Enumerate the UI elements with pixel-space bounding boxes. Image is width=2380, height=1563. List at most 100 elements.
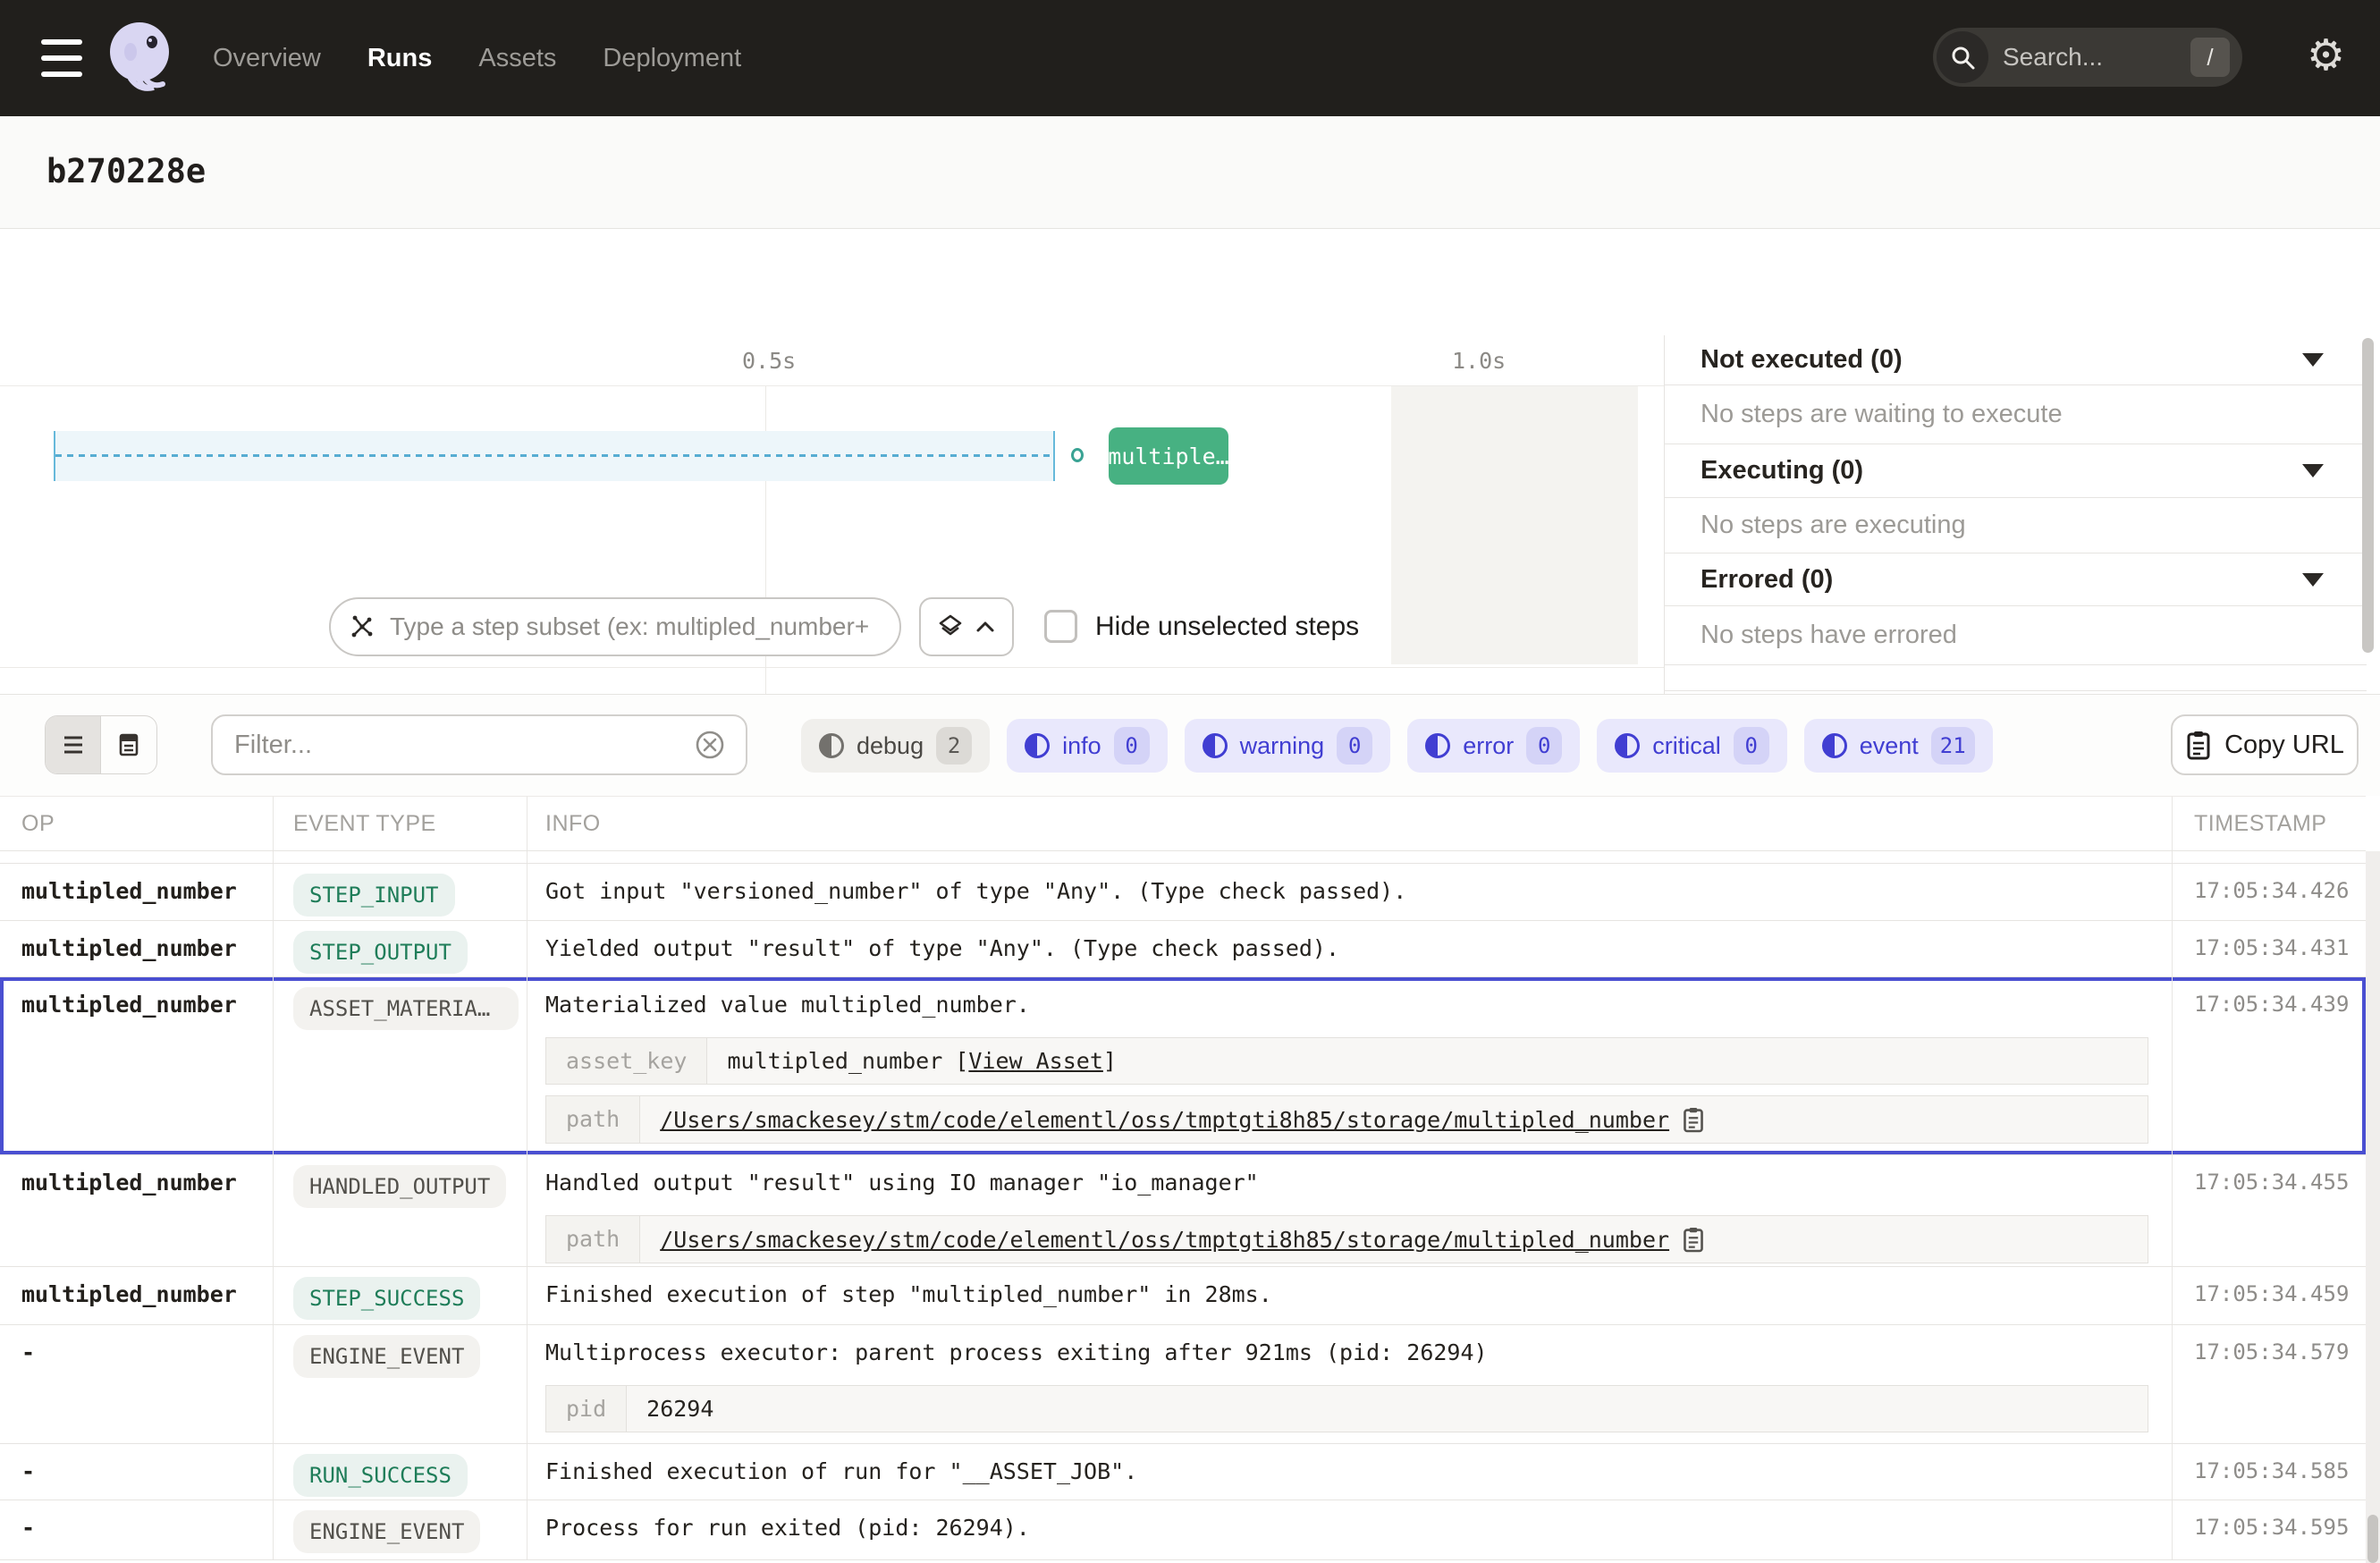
toggle-on-icon <box>1025 733 1050 758</box>
gantt-overflow-region <box>1391 386 1638 664</box>
hide-unselected-label: Hide unselected steps <box>1095 612 1359 642</box>
metadata-entry-path: path /Users/smackesey/stm/code/elementl/… <box>545 1215 2148 1263</box>
metadata-entry-pid: pid 26294 <box>545 1385 2148 1432</box>
level-toggle-critical[interactable]: critical 0 <box>1597 719 1787 773</box>
nav-link-overview[interactable]: Overview <box>213 44 321 73</box>
col-header-timestamp: TIMESTAMP <box>2173 797 2366 850</box>
metadata-entries: asset_key multipled_number [View Asset] … <box>545 1037 2148 1144</box>
table-row[interactable]: multipled_number HANDLED_OUTPUT Handled … <box>0 1155 2366 1267</box>
copy-path-icon[interactable] <box>1682 1106 1705 1133</box>
level-toggle-error[interactable]: error 0 <box>1407 719 1580 773</box>
level-count-badge: 0 <box>1337 727 1372 765</box>
hide-unselected-checkbox[interactable] <box>1044 610 1077 643</box>
table-header-row: OP EVENT TYPE INFO TIMESTAMP <box>0 796 2366 851</box>
section-partial <box>1665 665 2367 691</box>
nav-link-deployment[interactable]: Deployment <box>603 44 741 73</box>
level-count-badge: 0 <box>1526 727 1562 765</box>
global-search[interactable]: / <box>1933 28 2242 87</box>
section-header-not-executed[interactable]: Not executed (0) <box>1665 335 2367 385</box>
col-header-info: INFO <box>527 797 2173 850</box>
section-header-errored[interactable]: Errored (0) <box>1665 553 2367 606</box>
level-count-badge: 0 <box>1734 727 1769 765</box>
log-filter-input[interactable] <box>232 730 694 761</box>
metadata-entry-asset-key: asset_key multipled_number [View Asset] <box>545 1037 2148 1085</box>
event-type-tag: ASSET_MATERIALIZATION <box>293 987 519 1030</box>
toggle-on-icon <box>1425 733 1450 758</box>
copy-path-icon[interactable] <box>1682 1226 1705 1253</box>
nav-link-runs[interactable]: Runs <box>367 44 433 73</box>
run-header: b270228e Success multipled_number Mar 1,… <box>0 116 2380 229</box>
search-input[interactable] <box>2001 42 2153 72</box>
table-row[interactable]: - ENGINE_EVENT Process for run exited (p… <box>0 1500 2366 1560</box>
event-type-tag: STEP_INPUT <box>293 874 455 917</box>
table-row[interactable]: - RUN_SUCCESS Finished execution of run … <box>0 1444 2366 1500</box>
gantt-chart: 0.5s 1.0s multiple… Hide unselected step… <box>0 335 1664 694</box>
event-type-tag: ENGINE_EVENT <box>293 1510 480 1553</box>
step-bar-multipled-number[interactable]: multiple… <box>1109 427 1228 485</box>
toggle-on-icon <box>1615 733 1640 758</box>
top-nav: Overview Runs Assets Deployment / ⚙ <box>0 0 2380 116</box>
event-type-tag: HANDLED_OUTPUT <box>293 1165 506 1208</box>
step-start-marker-icon <box>1071 448 1084 462</box>
path-link[interactable]: /Users/smackesey/stm/code/elementl/oss/t… <box>660 1107 1669 1133</box>
step-subset-input[interactable] <box>388 612 871 642</box>
status-panel-scrollbar[interactable] <box>2362 338 2374 653</box>
layers-icon <box>937 613 964 640</box>
level-toggle-debug[interactable]: debug 2 <box>801 719 990 773</box>
dagster-logo-icon[interactable] <box>104 18 184 98</box>
event-type-tag: STEP_OUTPUT <box>293 931 468 974</box>
menu-icon[interactable] <box>41 39 82 77</box>
table-row[interactable]: - ENGINE_EVENT Multiprocess executor: pa… <box>0 1325 2366 1444</box>
metadata-entries: path /Users/smackesey/stm/code/elementl/… <box>545 1215 2148 1263</box>
level-toggle-info[interactable]: info 0 <box>1007 719 1168 773</box>
event-type-tag: RUN_SUCCESS <box>293 1454 468 1497</box>
caret-up-icon <box>975 620 996 634</box>
section-caret-icon[interactable] <box>2302 464 2324 477</box>
section-caret-icon[interactable] <box>2302 573 2324 587</box>
clipboard-icon <box>2185 730 2212 760</box>
graph-query-toggle-button[interactable] <box>919 597 1014 656</box>
log-filter-wrap <box>211 714 747 775</box>
nav-links: Overview Runs Assets Deployment <box>213 0 741 116</box>
section-body: No steps are waiting to execute <box>1665 385 2367 444</box>
step-subset-input-wrap <box>329 597 901 656</box>
toggle-off-icon <box>819 733 844 758</box>
section-body: No steps have errored <box>1665 606 2367 665</box>
level-toggle-warning[interactable]: warning 0 <box>1185 719 1391 773</box>
level-count-badge: 2 <box>936 727 972 765</box>
search-shortcut-key: / <box>2190 38 2230 77</box>
step-status-panel: Not executed (0) No steps are waiting to… <box>1664 335 2380 694</box>
op-selector-icon <box>349 613 376 640</box>
table-row[interactable]: multipled_number STEP_OUTPUT Yielded out… <box>0 921 2366 977</box>
table-row[interactable]: multipled_number STEP_SUCCESS Finished e… <box>0 1267 2366 1325</box>
nav-link-assets[interactable]: Assets <box>478 44 556 73</box>
search-icon <box>1937 31 1988 83</box>
copy-url-button[interactable]: Copy URL <box>2171 714 2359 775</box>
log-structured-view-button[interactable] <box>101 716 156 773</box>
level-toggle-event[interactable]: event 21 <box>1804 719 1993 773</box>
table-row[interactable]: multipled_number STEP_INPUT Got input "v… <box>0 864 2366 921</box>
section-header-executing[interactable]: Executing (0) <box>1665 444 2367 498</box>
log-level-filters: debug 2 info 0 warning 0 error 0 critica… <box>801 719 1993 773</box>
path-link[interactable]: /Users/smackesey/stm/code/elementl/oss/t… <box>660 1227 1669 1253</box>
event-log-table: OP EVENT TYPE INFO TIMESTAMP multipled_n… <box>0 796 2366 1560</box>
gantt-toolbar: Hide not started steps Re-execute (multi… <box>0 229 2380 335</box>
table-scrollbar-thumb[interactable] <box>2367 1515 2378 1563</box>
event-type-tag: STEP_SUCCESS <box>293 1277 480 1320</box>
log-toolbar: debug 2 info 0 warning 0 error 0 critica… <box>0 694 2380 796</box>
step-dependency-line <box>55 454 1053 457</box>
view-asset-link[interactable]: View Asset <box>968 1048 1103 1074</box>
toggle-on-icon <box>1822 733 1847 758</box>
clear-filter-icon[interactable] <box>694 729 726 761</box>
axis-tick: 1.0s <box>1452 348 1506 374</box>
gear-icon[interactable]: ⚙ <box>2307 30 2345 80</box>
toggle-on-icon <box>1203 733 1228 758</box>
divider <box>0 667 1664 668</box>
section-caret-icon[interactable] <box>2302 353 2324 367</box>
log-list-view-button[interactable] <box>46 716 101 773</box>
table-row-highlighted[interactable]: multipled_number ASSET_MATERIALIZATION M… <box>0 977 2366 1155</box>
level-count-badge: 0 <box>1114 727 1150 765</box>
table-scrollbar-track[interactable] <box>2366 851 2380 1563</box>
metadata-entry-path: path /Users/smackesey/stm/code/elementl/… <box>545 1095 2148 1144</box>
col-header-event-type: EVENT TYPE <box>274 797 527 850</box>
